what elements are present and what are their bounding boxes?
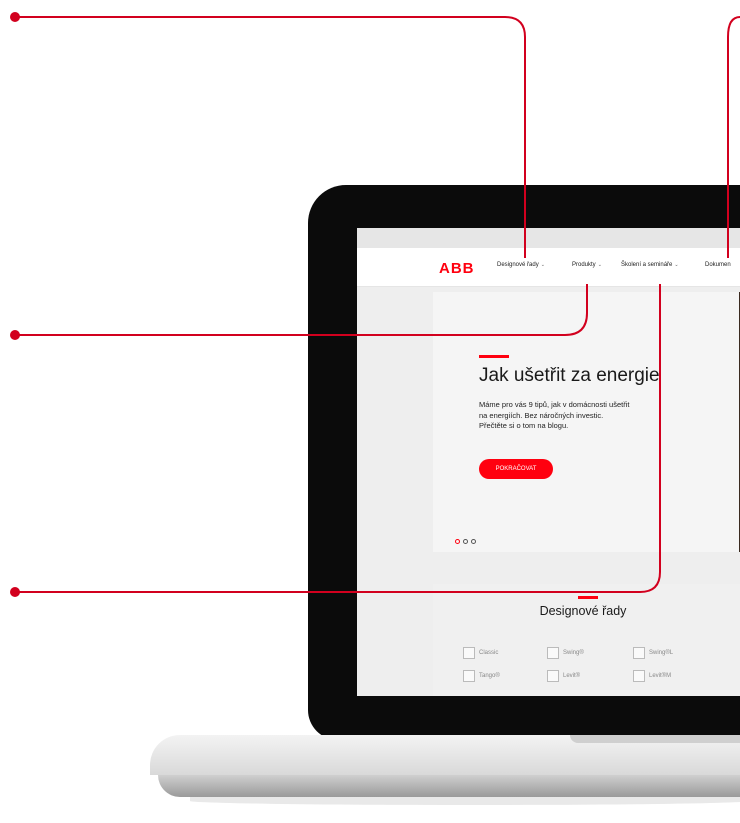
design-series-section: Designové řady Classic Swing® Swing®L Ta… (433, 584, 740, 696)
laptop-screen: ABB Designové řady ⌄ Produkty ⌄ Školení a … (357, 228, 740, 696)
laptop-base-edge (158, 775, 740, 797)
checkbox[interactable] (463, 647, 475, 659)
checkbox[interactable] (633, 647, 645, 659)
nav-item-dokumenty[interactable]: Dokumen (705, 262, 731, 268)
nav-item-label: Produkty (572, 262, 596, 268)
checkbox[interactable] (633, 670, 645, 682)
series-label: Classic (479, 650, 499, 656)
hero-accent-bar (479, 355, 509, 358)
checkbox[interactable] (463, 670, 475, 682)
nav-item-label: Školení a semináře (621, 262, 673, 268)
browser-top-strip (357, 228, 740, 248)
laptop-trackpad-groove (570, 735, 740, 743)
nav-item-skoleni-a-seminare[interactable]: Školení a semináře ⌄ (621, 262, 679, 268)
callout-dot-designove-rady (10, 12, 20, 22)
callout-dot-produkty (10, 330, 20, 340)
series-option-swing[interactable]: Swing® (547, 647, 584, 659)
site-navigation: ABB Designové řady ⌄ Produkty ⌄ Školení a … (357, 248, 740, 287)
series-label: Swing®L (649, 650, 674, 656)
checkbox[interactable] (547, 670, 559, 682)
hero-text-line: Máme pro vás 9 tipů, jak v domácnosti uš… (479, 400, 630, 409)
series-option-swing-l[interactable]: Swing®L (633, 647, 673, 659)
series-label: Swing® (563, 650, 584, 656)
checkbox[interactable] (547, 647, 559, 659)
carousel-dot-3[interactable] (471, 539, 476, 544)
hero-text-line: na energiích. Bez náročných investic. (479, 410, 604, 420)
nav-item-designove-rady[interactable]: Designové řady ⌄ (497, 262, 545, 268)
series-label: Tango® (479, 673, 500, 679)
carousel-dot-1[interactable] (455, 539, 460, 544)
series-option-levit[interactable]: Levit® (547, 670, 580, 682)
section-accent-bar (578, 596, 598, 599)
nav-item-produkty[interactable]: Produkty ⌄ (572, 262, 602, 268)
series-option-classic[interactable]: Classic (463, 647, 498, 659)
hero-description: Máme pro vás 9 tipů, jak v domácnosti uš… (479, 400, 739, 432)
nav-item-label: Designové řady (497, 262, 539, 268)
series-label: Levit® (563, 673, 581, 679)
nav-item-label: Dokumen (705, 262, 731, 268)
hero-text-line: Přečtěte si o tom na blogu. (479, 421, 569, 430)
carousel-dots (455, 531, 479, 549)
abb-logo[interactable]: ABB (439, 260, 475, 277)
hero-title: Jak ušetřit za energie (479, 365, 660, 386)
chevron-down-icon: ⌄ (540, 262, 545, 268)
continue-button[interactable]: POKRAČOVAT (479, 459, 553, 479)
series-option-levit-m[interactable]: Levit®M (633, 670, 671, 682)
carousel-dot-2[interactable] (463, 539, 468, 544)
design-series-title: Designové řady (539, 604, 627, 618)
chevron-down-icon: ⌄ (674, 262, 679, 268)
laptop-base (150, 735, 740, 805)
series-option-tango[interactable]: Tango® (463, 670, 500, 682)
hero-banner: Jak ušetřit za energie Máme pro vás 9 ti… (433, 292, 740, 552)
callout-dot-skoleni (10, 587, 20, 597)
chevron-down-icon: ⌄ (597, 262, 602, 268)
laptop-shadow (190, 797, 740, 805)
series-label: Levit®M (649, 673, 672, 679)
